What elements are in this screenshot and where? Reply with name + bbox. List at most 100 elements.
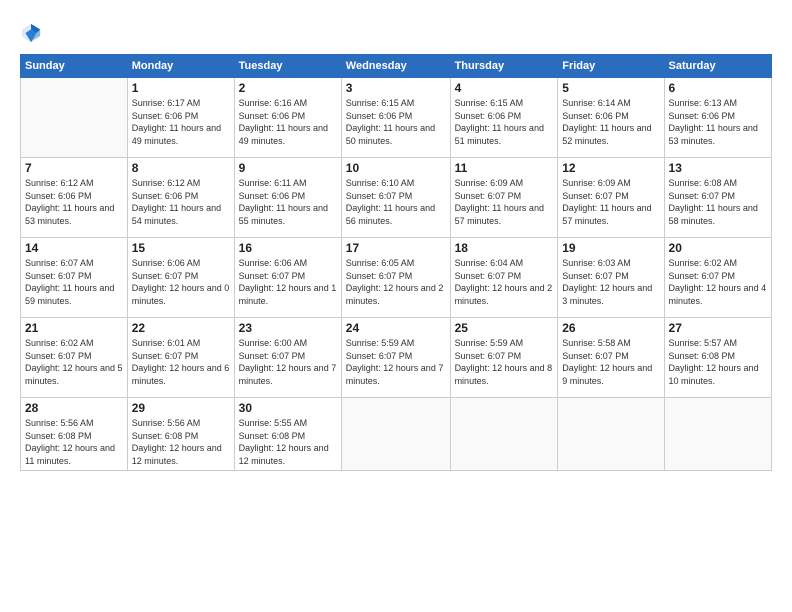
calendar-cell: 5 Sunrise: 6:14 AM Sunset: 6:06 PM Daylig…	[558, 78, 664, 158]
calendar-cell: 15 Sunrise: 6:06 AM Sunset: 6:07 PM Dayli…	[127, 238, 234, 318]
calendar-week-row: 28 Sunrise: 5:56 AM Sunset: 6:08 PM Dayli…	[21, 398, 772, 471]
weekday-header: Wednesday	[341, 55, 450, 78]
day-info: Sunrise: 5:56 AM Sunset: 6:08 PM Dayligh…	[132, 417, 230, 467]
day-info: Sunrise: 6:06 AM Sunset: 6:07 PM Dayligh…	[239, 257, 337, 307]
calendar-cell	[664, 398, 771, 471]
day-info: Sunrise: 5:59 AM Sunset: 6:07 PM Dayligh…	[346, 337, 446, 387]
calendar-cell: 29 Sunrise: 5:56 AM Sunset: 6:08 PM Dayli…	[127, 398, 234, 471]
day-info: Sunrise: 6:06 AM Sunset: 6:07 PM Dayligh…	[132, 257, 230, 307]
calendar-cell: 27 Sunrise: 5:57 AM Sunset: 6:08 PM Dayli…	[664, 318, 771, 398]
day-info: Sunrise: 6:02 AM Sunset: 6:07 PM Dayligh…	[25, 337, 123, 387]
day-number: 18	[455, 241, 554, 255]
calendar-cell: 16 Sunrise: 6:06 AM Sunset: 6:07 PM Dayli…	[234, 238, 341, 318]
day-number: 13	[669, 161, 767, 175]
day-info: Sunrise: 6:07 AM Sunset: 6:07 PM Dayligh…	[25, 257, 123, 307]
calendar-cell	[558, 398, 664, 471]
day-info: Sunrise: 6:01 AM Sunset: 6:07 PM Dayligh…	[132, 337, 230, 387]
calendar-cell: 14 Sunrise: 6:07 AM Sunset: 6:07 PM Dayli…	[21, 238, 128, 318]
day-info: Sunrise: 6:15 AM Sunset: 6:06 PM Dayligh…	[346, 97, 446, 147]
calendar-cell: 17Sunrise: 6:05 AM Sunset: 6:07 PM Dayli…	[341, 238, 450, 318]
day-number: 8	[132, 161, 230, 175]
weekday-header: Friday	[558, 55, 664, 78]
calendar-cell: 19 Sunrise: 6:03 AM Sunset: 6:07 PM Dayli…	[558, 238, 664, 318]
logo	[20, 18, 46, 44]
day-info: Sunrise: 6:12 AM Sunset: 6:06 PM Dayligh…	[132, 177, 230, 227]
day-number: 5	[562, 81, 659, 95]
calendar-cell: 23Sunrise: 6:00 AM Sunset: 6:07 PM Dayli…	[234, 318, 341, 398]
calendar-cell: 4 Sunrise: 6:15 AM Sunset: 6:06 PM Daylig…	[450, 78, 558, 158]
day-info: Sunrise: 6:04 AM Sunset: 6:07 PM Dayligh…	[455, 257, 554, 307]
calendar-cell: 13Sunrise: 6:08 AM Sunset: 6:07 PM Dayli…	[664, 158, 771, 238]
day-number: 1	[132, 81, 230, 95]
weekday-header: Tuesday	[234, 55, 341, 78]
day-number: 29	[132, 401, 230, 415]
calendar-cell: 3 Sunrise: 6:15 AM Sunset: 6:06 PM Daylig…	[341, 78, 450, 158]
day-info: Sunrise: 6:16 AM Sunset: 6:06 PM Dayligh…	[239, 97, 337, 147]
day-number: 15	[132, 241, 230, 255]
day-number: 10	[346, 161, 446, 175]
calendar-cell: 26 Sunrise: 5:58 AM Sunset: 6:07 PM Dayli…	[558, 318, 664, 398]
calendar-cell	[21, 78, 128, 158]
calendar-cell: 12Sunrise: 6:09 AM Sunset: 6:07 PM Dayli…	[558, 158, 664, 238]
day-number: 4	[455, 81, 554, 95]
day-number: 28	[25, 401, 123, 415]
day-number: 21	[25, 321, 123, 335]
calendar-cell: 2Sunrise: 6:16 AM Sunset: 6:06 PM Daylig…	[234, 78, 341, 158]
calendar-cell: 8 Sunrise: 6:12 AM Sunset: 6:06 PM Daylig…	[127, 158, 234, 238]
day-number: 16	[239, 241, 337, 255]
calendar-cell: 25 Sunrise: 5:59 AM Sunset: 6:07 PM Dayli…	[450, 318, 558, 398]
calendar-cell: 21 Sunrise: 6:02 AM Sunset: 6:07 PM Dayli…	[21, 318, 128, 398]
day-info: Sunrise: 6:13 AM Sunset: 6:06 PM Dayligh…	[669, 97, 767, 147]
day-info: Sunrise: 5:59 AM Sunset: 6:07 PM Dayligh…	[455, 337, 554, 387]
day-info: Sunrise: 5:58 AM Sunset: 6:07 PM Dayligh…	[562, 337, 659, 387]
calendar-cell: 22 Sunrise: 6:01 AM Sunset: 6:07 PM Dayli…	[127, 318, 234, 398]
weekday-header: Sunday	[21, 55, 128, 78]
day-number: 6	[669, 81, 767, 95]
calendar-week-row: 14 Sunrise: 6:07 AM Sunset: 6:07 PM Dayli…	[21, 238, 772, 318]
day-number: 7	[25, 161, 123, 175]
page: SundayMondayTuesdayWednesdayThursdayFrid…	[0, 0, 792, 612]
calendar-week-row: 1 Sunrise: 6:17 AM Sunset: 6:06 PM Daylig…	[21, 78, 772, 158]
calendar-cell: 9 Sunrise: 6:11 AM Sunset: 6:06 PM Daylig…	[234, 158, 341, 238]
day-info: Sunrise: 6:03 AM Sunset: 6:07 PM Dayligh…	[562, 257, 659, 307]
calendar-week-row: 7 Sunrise: 6:12 AM Sunset: 6:06 PM Daylig…	[21, 158, 772, 238]
calendar-cell: 30Sunrise: 5:55 AM Sunset: 6:08 PM Dayli…	[234, 398, 341, 471]
day-info: Sunrise: 6:09 AM Sunset: 6:07 PM Dayligh…	[455, 177, 554, 227]
day-number: 26	[562, 321, 659, 335]
day-number: 20	[669, 241, 767, 255]
day-info: Sunrise: 6:12 AM Sunset: 6:06 PM Dayligh…	[25, 177, 123, 227]
calendar-cell: 20Sunrise: 6:02 AM Sunset: 6:07 PM Dayli…	[664, 238, 771, 318]
logo-icon	[20, 22, 42, 44]
calendar-cell	[450, 398, 558, 471]
day-number: 14	[25, 241, 123, 255]
day-number: 22	[132, 321, 230, 335]
day-info: Sunrise: 5:55 AM Sunset: 6:08 PM Dayligh…	[239, 417, 337, 467]
weekday-header-row: SundayMondayTuesdayWednesdayThursdayFrid…	[21, 55, 772, 78]
day-info: Sunrise: 6:14 AM Sunset: 6:06 PM Dayligh…	[562, 97, 659, 147]
header	[20, 18, 772, 44]
day-info: Sunrise: 5:57 AM Sunset: 6:08 PM Dayligh…	[669, 337, 767, 387]
calendar-cell: 10Sunrise: 6:10 AM Sunset: 6:07 PM Dayli…	[341, 158, 450, 238]
calendar-cell	[341, 398, 450, 471]
calendar-cell: 7 Sunrise: 6:12 AM Sunset: 6:06 PM Daylig…	[21, 158, 128, 238]
day-number: 11	[455, 161, 554, 175]
calendar-cell: 18 Sunrise: 6:04 AM Sunset: 6:07 PM Dayli…	[450, 238, 558, 318]
day-number: 17	[346, 241, 446, 255]
calendar-cell: 24 Sunrise: 5:59 AM Sunset: 6:07 PM Dayli…	[341, 318, 450, 398]
calendar-week-row: 21 Sunrise: 6:02 AM Sunset: 6:07 PM Dayli…	[21, 318, 772, 398]
calendar-cell: 11 Sunrise: 6:09 AM Sunset: 6:07 PM Dayli…	[450, 158, 558, 238]
day-info: Sunrise: 6:11 AM Sunset: 6:06 PM Dayligh…	[239, 177, 337, 227]
weekday-header: Thursday	[450, 55, 558, 78]
day-info: Sunrise: 6:09 AM Sunset: 6:07 PM Dayligh…	[562, 177, 659, 227]
day-number: 9	[239, 161, 337, 175]
day-number: 3	[346, 81, 446, 95]
day-number: 19	[562, 241, 659, 255]
weekday-header: Monday	[127, 55, 234, 78]
calendar-cell: 1 Sunrise: 6:17 AM Sunset: 6:06 PM Daylig…	[127, 78, 234, 158]
day-number: 27	[669, 321, 767, 335]
day-info: Sunrise: 6:15 AM Sunset: 6:06 PM Dayligh…	[455, 97, 554, 147]
day-number: 25	[455, 321, 554, 335]
day-number: 24	[346, 321, 446, 335]
day-info: Sunrise: 6:17 AM Sunset: 6:06 PM Dayligh…	[132, 97, 230, 147]
day-info: Sunrise: 6:00 AM Sunset: 6:07 PM Dayligh…	[239, 337, 337, 387]
